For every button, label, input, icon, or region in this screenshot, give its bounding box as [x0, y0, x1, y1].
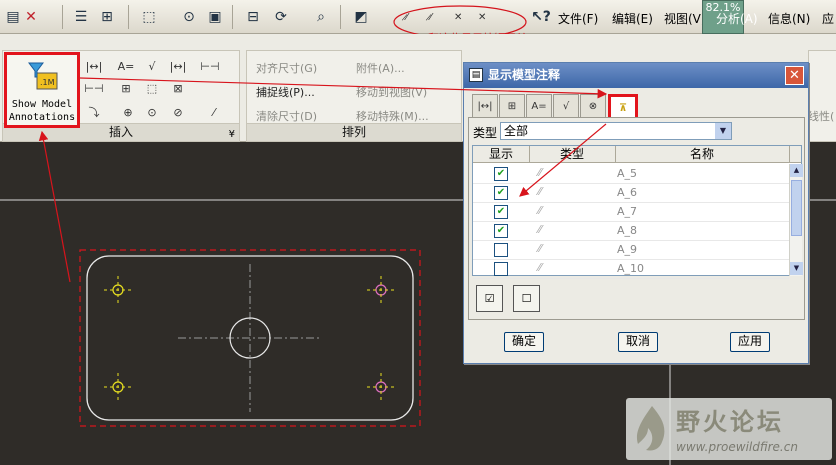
flame-logo-icon: [636, 406, 665, 451]
watermark-url: www.proewildfire.cn: [676, 440, 798, 454]
watermark-title: 野火论坛: [676, 408, 784, 436]
arrow-to-datum-tab: [79, 77, 608, 99]
arrow-to-checkboxes: [519, 123, 607, 197]
arrow-to-button: [38, 130, 71, 283]
watermark: 野火论坛 www.proewildfire.cn: [626, 398, 832, 460]
callout-arrows: [38, 77, 608, 283]
